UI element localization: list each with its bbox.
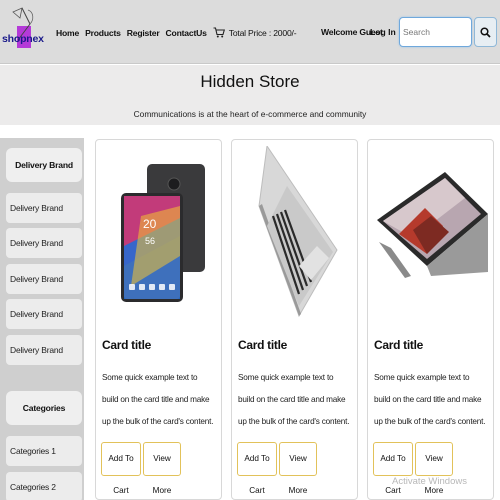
categories-header: Categories [6,391,82,425]
tablet-image[interactable]: 20 56 [101,146,216,322]
navbar: shopnex Home Products Register ContactUs… [0,0,500,64]
card-title: Card title [238,338,288,352]
nav-register[interactable]: Register [127,28,160,38]
login-link[interactable]: Log In [370,27,396,37]
add-to-cart-button[interactable]: Add To Cart [237,442,277,495]
product-card: Card title Some quick example text to bu… [231,139,358,500]
card-text: Some quick example text to build on the … [374,373,486,426]
sidebar-item-delivery-brand[interactable]: Delivery Brand [6,264,82,294]
logo-mark-icon [12,7,34,48]
sidebar-item-delivery-brand[interactable]: Delivery Brand [6,299,82,329]
sidebar-item-delivery-brand[interactable]: Delivery Brand [6,228,82,258]
total-price: Total Price : 2000/- [228,27,297,38]
nav-home[interactable]: Home [56,28,79,38]
nav-products[interactable]: Products [85,28,121,38]
product-card: Card title Some quick example text to bu… [367,139,494,500]
nav-contactus[interactable]: ContactUs [166,28,207,38]
sidebar-item-delivery-brand[interactable]: Delivery Brand [6,335,82,365]
surface-image[interactable] [373,146,488,322]
hero-banner: Hidden Store Communications is at the he… [0,65,500,125]
card-title: Card title [374,338,424,352]
activation-watermark: Activate Windows [392,476,467,487]
product-card: 20 56 Card title Some quick example text… [95,139,222,500]
delivery-brand-header: Delivery Brand [6,148,82,182]
sidebar: Delivery Brand Delivery Brand Delivery B… [0,138,84,500]
logo-text: shopnex [2,33,44,45]
sidebar-item-category[interactable]: Categories 2 [6,472,82,500]
card-text: Some quick example text to build on the … [102,373,214,426]
card-text: Some quick example text to build on the … [238,373,350,426]
svg-text:20: 20 [143,217,157,231]
sidebar-item-category[interactable]: Categories 1 [6,436,82,466]
svg-text:56: 56 [145,236,155,246]
add-to-cart-button[interactable]: Add To Cart [373,442,413,495]
brand-logo[interactable]: shopnex [2,6,46,58]
search-button[interactable] [474,17,497,47]
page-subtitle: Communications is at the heart of e-comm… [133,109,367,119]
add-to-cart-button[interactable]: Add To Cart [101,442,141,495]
view-more-button[interactable]: View More [415,442,453,495]
page-title: Hidden Store [200,72,300,91]
view-more-button[interactable]: View More [279,442,317,495]
cart-icon[interactable] [213,27,225,38]
search-input[interactable] [399,17,472,47]
view-more-button[interactable]: View More [143,442,181,495]
nav-links: Home Products Register ContactUs Total P… [56,27,302,38]
search-icon [480,26,491,38]
sidebar-item-delivery-brand[interactable]: Delivery Brand [6,193,82,223]
laptop-image[interactable] [237,146,352,322]
card-title: Card title [102,338,152,352]
